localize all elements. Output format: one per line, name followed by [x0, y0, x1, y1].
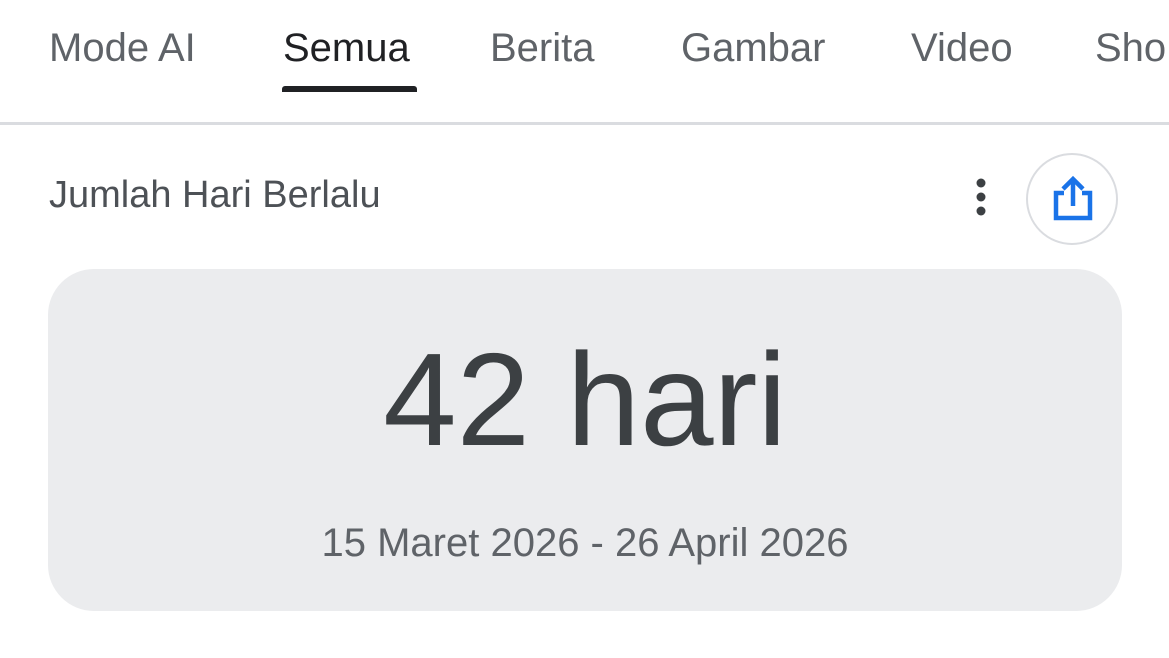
active-tab-indicator: [282, 86, 417, 92]
date-range-text: 15 Maret 2026 - 26 April 2026: [321, 521, 849, 565]
day-count-value: 42 hari: [383, 326, 787, 473]
share-button[interactable]: [1026, 153, 1118, 245]
card-title: Jumlah Hari Berlalu: [49, 174, 381, 216]
more-options-button[interactable]: [958, 174, 1004, 220]
tab-gambar[interactable]: Gambar: [681, 24, 826, 72]
share-icon: [1053, 175, 1093, 221]
day-count-result-box: 42 hari 15 Maret 2026 - 26 April 2026: [48, 269, 1122, 611]
tab-video[interactable]: Video: [911, 24, 1013, 72]
tab-berita[interactable]: Berita: [490, 24, 595, 72]
search-tabs: Mode AI Semua Berita Gambar Video Sho: [0, 0, 1169, 125]
more-vert-icon: [976, 178, 986, 216]
tab-semua[interactable]: Semua: [283, 24, 410, 72]
tab-shopping[interactable]: Sho: [1095, 24, 1166, 72]
tab-mode-ai[interactable]: Mode AI: [49, 24, 196, 72]
search-results-page: Mode AI Semua Berita Gambar Video Sho Ju…: [0, 0, 1169, 658]
